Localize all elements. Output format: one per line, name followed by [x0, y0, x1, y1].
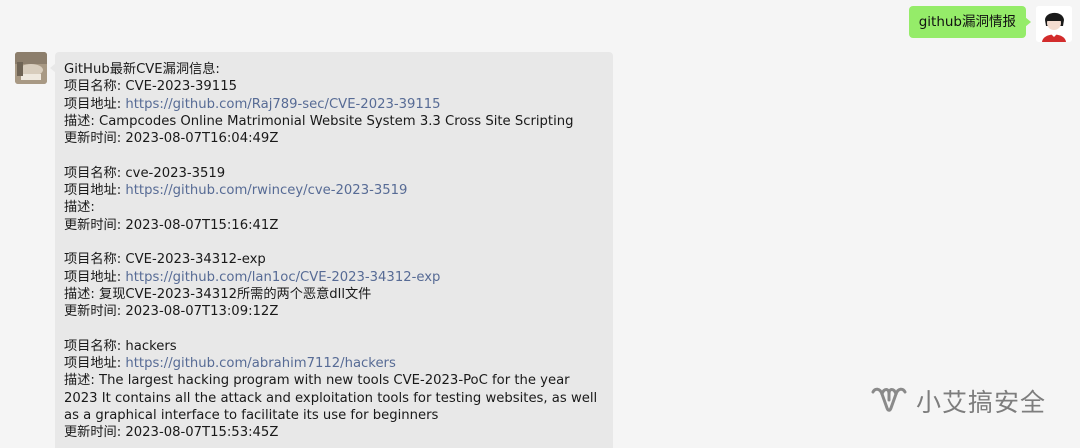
time-value: 2023-08-07T16:04:49Z	[125, 131, 279, 147]
entry-time: 更新时间: 2023-08-07T16:04:49Z	[64, 130, 613, 147]
entry-name: 项目名称: hackers	[64, 338, 613, 355]
outgoing-bubble[interactable]: github漏洞情报	[908, 6, 1032, 38]
entry-url: 项目地址: https://github.com/rwincey/cve-202…	[64, 182, 613, 199]
desc-value: Campcodes Online Matrimonial Website Sys…	[99, 113, 574, 129]
project-link[interactable]: https://github.com/abrahim7112/hackers	[125, 356, 395, 371]
entry-time: 更新时间: 2023-08-07T13:09:12Z	[64, 303, 613, 320]
name-label: 项目名称:	[64, 252, 126, 268]
entry-separator	[64, 234, 613, 251]
entry-desc: 描述: 复现CVE-2023-34312所需的两个恶意dll文件	[64, 286, 613, 303]
entry-separator	[64, 320, 613, 337]
desc-label: 描述:	[64, 113, 100, 129]
desc-label: 描述:	[64, 373, 100, 389]
desc-value: 复现CVE-2023-34312所需的两个恶意dll文件	[99, 286, 372, 302]
chat-area: github漏洞情报 GitHub最新CVE漏洞信息: 项目名称: CVE-20…	[0, 0, 1080, 448]
entry-separator	[64, 147, 613, 164]
name-label: 项目名称:	[64, 79, 126, 95]
time-label: 更新时间:	[64, 425, 126, 441]
entry-url: 项目地址: https://github.com/lan1oc/CVE-2023…	[64, 269, 613, 286]
time-value: 2023-08-07T13:09:12Z	[125, 304, 279, 320]
incoming-message: GitHub最新CVE漏洞信息: 项目名称: CVE-2023-39115 项目…	[15, 52, 613, 448]
watermark-text: 小艾搞安全	[915, 388, 1046, 417]
desc-label: 描述:	[64, 200, 95, 216]
entry-desc: 描述: Campcodes Online Matrimonial Website…	[64, 113, 613, 130]
name-value: cve-2023-3519	[125, 165, 226, 181]
project-link[interactable]: https://github.com/rwincey/cve-2023-3519	[125, 183, 407, 198]
incoming-bubble[interactable]: GitHub最新CVE漏洞信息: 项目名称: CVE-2023-39115 项目…	[50, 52, 613, 448]
wechat-channel-icon	[871, 387, 907, 412]
entry-time: 更新时间: 2023-08-07T15:53:45Z	[64, 424, 613, 441]
url-label: 项目地址:	[64, 356, 126, 372]
url-label: 项目地址:	[64, 96, 126, 112]
time-label: 更新时间:	[64, 304, 126, 320]
desc-label: 描述:	[64, 286, 100, 302]
entry-desc: 描述: The largest hacking program with new…	[64, 372, 613, 424]
time-label: 更新时间:	[64, 131, 126, 147]
entry-name: 项目名称: CVE-2023-34312-exp	[64, 251, 613, 268]
name-value: CVE-2023-34312-exp	[125, 252, 266, 268]
time-label: 更新时间:	[64, 217, 126, 233]
project-link[interactable]: https://github.com/lan1oc/CVE-2023-34312…	[125, 270, 440, 285]
entry-name: 项目名称: cve-2023-3519	[64, 165, 613, 182]
name-value: CVE-2023-39115	[125, 79, 237, 95]
name-label: 项目名称:	[64, 165, 126, 181]
name-value: hackers	[125, 338, 177, 354]
url-label: 项目地址:	[64, 183, 126, 199]
entry-desc: 描述:	[64, 199, 613, 216]
time-value: 2023-08-07T15:53:45Z	[125, 425, 279, 441]
bot-avatar[interactable]	[15, 52, 47, 84]
entry-name: 项目名称: CVE-2023-39115	[64, 78, 613, 95]
self-avatar[interactable]	[1036, 6, 1072, 42]
time-value: 2023-08-07T15:16:41Z	[125, 217, 279, 233]
outgoing-message: github漏洞情报	[908, 6, 1072, 42]
entry-time: 更新时间: 2023-08-07T15:16:41Z	[64, 217, 613, 234]
entry-url: 项目地址: https://github.com/Raj789-sec/CVE-…	[64, 96, 613, 113]
outgoing-text: github漏洞情报	[918, 14, 1016, 30]
url-label: 项目地址:	[64, 269, 126, 285]
entry-url: 项目地址: https://github.com/abrahim7112/hac…	[64, 355, 613, 372]
name-label: 项目名称:	[64, 338, 126, 354]
bot-avatar-icon	[15, 52, 47, 84]
person-avatar-icon	[1036, 6, 1072, 42]
message-header: GitHub最新CVE漏洞信息:	[64, 62, 220, 77]
desc-value: The largest hacking program with new too…	[64, 373, 598, 423]
project-link[interactable]: https://github.com/Raj789-sec/CVE-2023-3…	[125, 97, 440, 112]
watermark: 小艾搞安全	[870, 383, 1046, 419]
